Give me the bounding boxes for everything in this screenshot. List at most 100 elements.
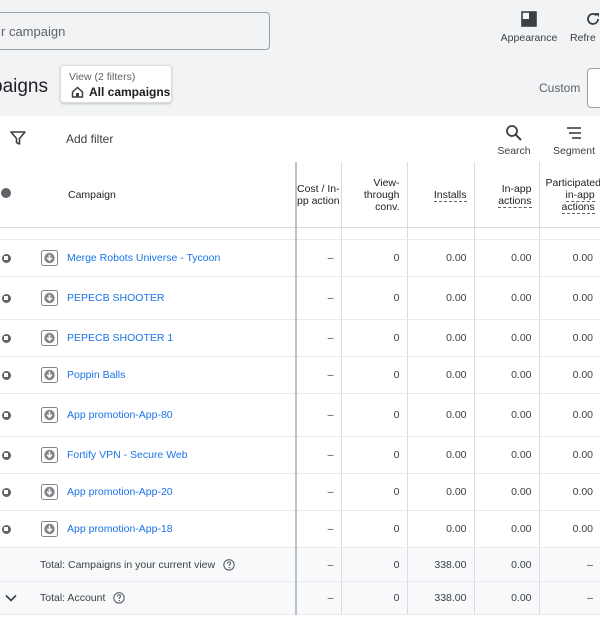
paused-status-icon bbox=[1, 410, 11, 420]
view-selector[interactable]: View (2 filters) All campaigns bbox=[60, 65, 172, 103]
date-range-picker[interactable] bbox=[587, 68, 600, 108]
table-row[interactable]: App promotion-App-80 – 0 0.00 0.00 0.00 bbox=[0, 393, 600, 437]
cost-per-action-cell: – bbox=[295, 393, 341, 437]
paused-status-icon bbox=[1, 370, 11, 380]
add-filter-button[interactable]: Add filter bbox=[66, 132, 113, 146]
refresh-icon bbox=[587, 13, 599, 25]
table-header-row: Campaign Cost / In- pp action View- thro… bbox=[0, 162, 600, 228]
view-through-conv-cell: 0 bbox=[340, 356, 407, 394]
campaign-name-link[interactable]: Merge Robots Universe - Tycoon bbox=[67, 252, 287, 264]
cost-per-action-column-header[interactable]: Cost / In- pp action bbox=[295, 162, 341, 228]
total-label-cell: Total: Campaigns in your current view bbox=[28, 547, 296, 582]
in-app-actions-cell: 0.00 bbox=[473, 239, 539, 277]
campaign-cell: App promotion-App-20 bbox=[28, 473, 296, 511]
table-row[interactable]: PEPECB SHOOTER 1 – 0 0.00 0.00 0.00 bbox=[0, 319, 600, 357]
total-participated-in-app-actions-cell: – bbox=[538, 547, 600, 582]
total-expand-cell[interactable] bbox=[0, 581, 28, 615]
table-search-button[interactable]: Search bbox=[492, 124, 536, 157]
total-label-cell: Total: Account bbox=[28, 581, 296, 615]
participated-in-app-actions-cell: 0.00 bbox=[538, 356, 600, 394]
cost-per-action-cell: – bbox=[295, 356, 341, 394]
view-through-conv-column-header[interactable]: View- through conv. bbox=[340, 162, 407, 228]
status-dot-icon bbox=[1, 188, 11, 198]
total-installs-cell: 338.00 bbox=[406, 547, 474, 582]
cost-per-action-cell: – bbox=[295, 319, 341, 357]
in-app-actions-cell: 0.00 bbox=[473, 356, 539, 394]
campaign-name-link[interactable]: App promotion-App-20 bbox=[67, 486, 287, 498]
page-title: paigns bbox=[0, 76, 48, 97]
table-row[interactable]: App promotion-App-20 – 0 0.00 0.00 0.00 bbox=[0, 473, 600, 511]
total-row: Total: Account – 0 338.00 0.00 – bbox=[0, 581, 600, 615]
in-app-actions-cell: 0.00 bbox=[473, 510, 539, 548]
table-row[interactable]: Poppin Balls – 0 0.00 0.00 0.00 bbox=[0, 356, 600, 394]
cost-per-action-cell: – bbox=[295, 436, 341, 474]
participated-in-app-actions-column-header[interactable]: Participated in-app actions bbox=[538, 162, 600, 228]
view-through-conv-cell: 0 bbox=[340, 436, 407, 474]
installs-cell: 0.00 bbox=[406, 393, 474, 437]
refresh-button[interactable]: Refre bbox=[570, 10, 600, 44]
app-campaign-icon bbox=[41, 290, 58, 306]
table-row[interactable]: Merge Robots Universe - Tycoon – 0 0.00 … bbox=[0, 239, 600, 277]
segment-button[interactable]: Segment bbox=[548, 124, 600, 157]
status-cell[interactable] bbox=[0, 473, 28, 511]
table-row[interactable]: App promotion-App-18 – 0 0.00 0.00 0.00 bbox=[0, 510, 600, 548]
campaign-cell: App promotion-App-18 bbox=[28, 510, 296, 548]
in-app-actions-cell: 0.00 bbox=[473, 276, 539, 320]
total-participated-in-app-actions-cell: – bbox=[538, 581, 600, 615]
total-cost-per-action-cell: – bbox=[295, 581, 341, 615]
help-icon[interactable] bbox=[113, 592, 126, 604]
refresh-label: Refre bbox=[570, 32, 596, 44]
campaign-name-link[interactable]: PEPECB SHOOTER bbox=[67, 292, 287, 304]
campaigns-table: Campaign Cost / In- pp action View- thro… bbox=[0, 162, 600, 630]
status-cell[interactable] bbox=[0, 436, 28, 474]
campaign-name-link[interactable]: App promotion-App-80 bbox=[67, 409, 287, 421]
campaign-cell: PEPECB SHOOTER bbox=[28, 276, 296, 320]
status-column-header[interactable] bbox=[0, 162, 28, 228]
campaign-column-header[interactable]: Campaign bbox=[28, 162, 296, 228]
campaign-name-link[interactable]: Fortify VPN - Secure Web bbox=[67, 449, 287, 461]
status-cell[interactable] bbox=[0, 319, 28, 357]
appearance-button[interactable]: Appearance bbox=[500, 10, 558, 44]
participated-in-app-actions-cell: 0.00 bbox=[538, 510, 600, 548]
installs-cell: 0.00 bbox=[406, 510, 474, 548]
status-cell[interactable] bbox=[0, 356, 28, 394]
status-cell[interactable] bbox=[0, 239, 28, 277]
table-row[interactable]: Fortify VPN - Secure Web – 0 0.00 0.00 0… bbox=[0, 436, 600, 474]
installs-cell: 0.00 bbox=[406, 356, 474, 394]
segment-icon bbox=[567, 127, 581, 139]
table-row[interactable]: PEPECB SHOOTER – 0 0.00 0.00 0.00 bbox=[0, 276, 600, 320]
paused-status-icon bbox=[1, 487, 11, 497]
chevron-down-icon[interactable] bbox=[4, 592, 18, 604]
view-header-line1: View- bbox=[373, 176, 400, 189]
scroll-spacer-row bbox=[0, 227, 600, 240]
app-campaign-icon bbox=[41, 367, 58, 383]
inapp-header-line1: In-app bbox=[501, 182, 532, 195]
view-through-conv-cell: 0 bbox=[340, 276, 407, 320]
campaign-name-link[interactable]: Poppin Balls bbox=[67, 369, 287, 381]
view-through-conv-cell: 0 bbox=[340, 510, 407, 548]
participated-in-app-actions-cell: 0.00 bbox=[538, 276, 600, 320]
inapp-header-line2: actions bbox=[498, 194, 532, 208]
search-icon bbox=[506, 125, 522, 141]
status-cell[interactable] bbox=[0, 276, 28, 320]
installs-column-header[interactable]: Installs bbox=[406, 162, 474, 228]
view-filter-count: View (2 filters) bbox=[69, 71, 136, 83]
paused-status-icon bbox=[1, 253, 11, 263]
date-range-label: Custom bbox=[539, 81, 581, 95]
status-cell[interactable] bbox=[0, 510, 28, 548]
cost-per-action-cell: – bbox=[295, 276, 341, 320]
paused-status-icon bbox=[1, 524, 11, 534]
filter-icon[interactable] bbox=[10, 131, 26, 145]
help-icon[interactable] bbox=[223, 558, 235, 571]
installs-cell: 0.00 bbox=[406, 436, 474, 474]
in-app-actions-cell: 0.00 bbox=[473, 319, 539, 357]
participated-in-app-actions-cell: 0.00 bbox=[538, 393, 600, 437]
campaign-search-input[interactable]: r campaign bbox=[0, 12, 270, 50]
in-app-actions-column-header[interactable]: In-app actions bbox=[473, 162, 539, 228]
campaign-name-link[interactable]: App promotion-App-18 bbox=[67, 523, 287, 535]
view-through-conv-cell: 0 bbox=[340, 473, 407, 511]
campaign-name-link[interactable]: PEPECB SHOOTER 1 bbox=[67, 332, 287, 344]
installs-header-label: Installs bbox=[433, 188, 467, 202]
status-cell[interactable] bbox=[0, 393, 28, 437]
total-label: Total: Account bbox=[40, 592, 126, 604]
